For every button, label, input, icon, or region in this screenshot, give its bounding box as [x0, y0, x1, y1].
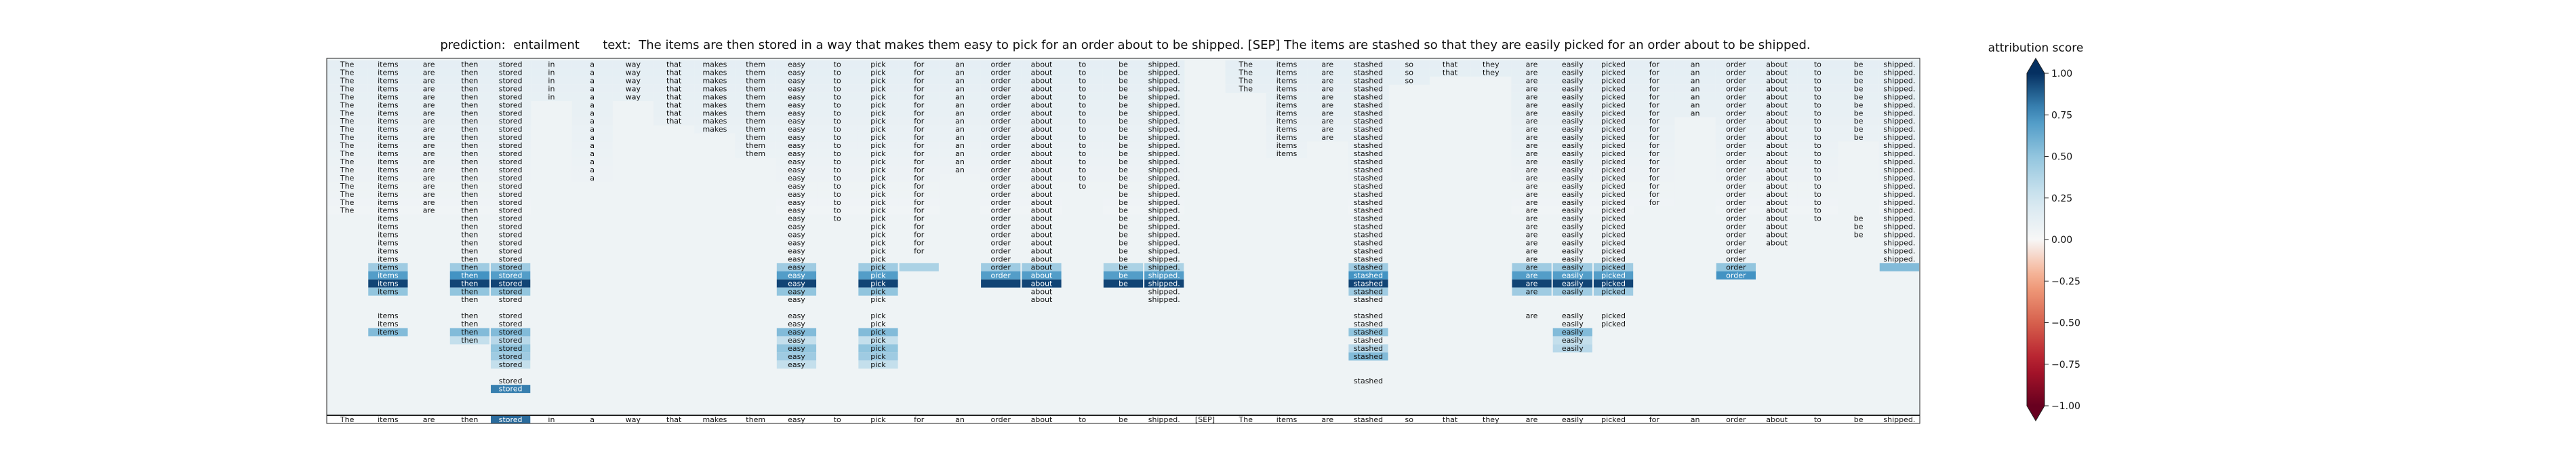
- colorbar-tick-label: −0.50: [2051, 318, 2080, 329]
- colorbar-tick-label: 0.75: [2051, 110, 2072, 121]
- colorbar-tick-label: 1.00: [2051, 69, 2072, 79]
- colorbar-tick-label: −0.75: [2051, 360, 2080, 370]
- colorbar-extend-max: [2027, 58, 2045, 73]
- colorbar-label: attribution score: [1988, 41, 2084, 55]
- colorbar-tick-label: −0.25: [2051, 276, 2080, 287]
- colorbar: 1.00 0.75 0.50 0.25 0.00 −0.25 −0.50 −0.75 −1.00…: [1988, 41, 2084, 421]
- colorbar-tick-label: 0.50: [2051, 152, 2072, 163]
- colorbar-tick-label: 0.25: [2051, 193, 2072, 204]
- colorbar-extend-min: [2027, 406, 2045, 421]
- colorbar-gradient: [2027, 73, 2045, 406]
- colorbar-tick-label: −1.00: [2051, 401, 2080, 412]
- colorbar-tick-label: 0.00: [2051, 235, 2072, 246]
